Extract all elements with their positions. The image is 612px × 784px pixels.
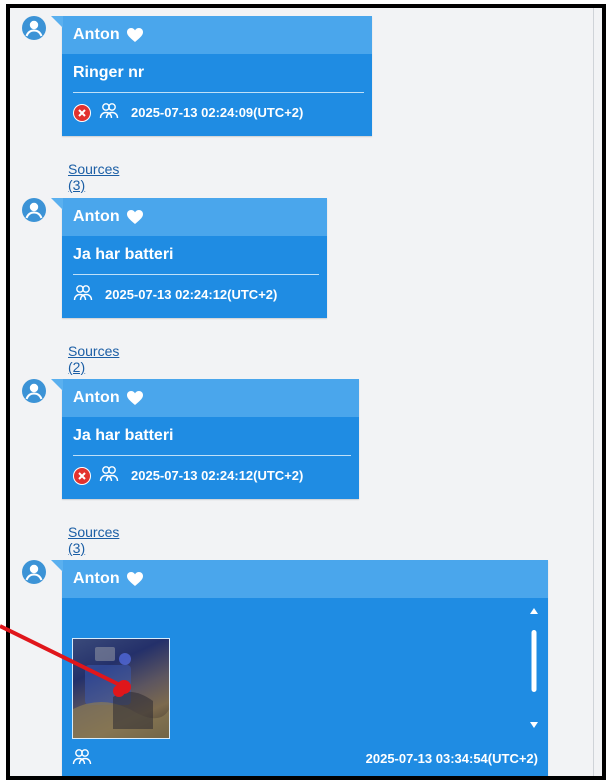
message-text: Ja har batteri (73, 246, 174, 263)
sources-link[interactable]: Sources (3) (68, 524, 119, 556)
heart-icon (126, 390, 144, 406)
failed-x-icon (73, 466, 91, 485)
message-text: Ringer nr (73, 64, 145, 81)
chat-panel: Anton Ringer nr 2025-07-13 02:24:09(UTC+… (6, 4, 606, 780)
sender-name: Anton (73, 26, 120, 43)
participants-icon (99, 101, 119, 124)
message-header: Anton (62, 379, 359, 417)
sources-link[interactable]: Sources (3) (68, 161, 119, 193)
message-timestamp: 2025-07-13 02:24:09(UTC+2) (131, 105, 304, 120)
sources-link[interactable]: Sources (2) (68, 343, 119, 375)
message-header: Anton (62, 16, 372, 54)
heart-icon (126, 571, 144, 587)
participants-icon (99, 464, 119, 487)
sender-name: Anton (73, 208, 120, 225)
message-timestamp: 2025-07-13 03:34:54(UTC+2) (365, 751, 538, 766)
heart-icon (126, 209, 144, 225)
message-bubble[interactable]: Anton Ja har batteri 2025-07-13 02:24:12… (51, 379, 359, 499)
failed-x-icon (73, 103, 91, 122)
heart-icon (126, 27, 144, 43)
message-header: Anton (62, 198, 327, 236)
image-attachment-thumbnail[interactable] (72, 638, 170, 739)
message-text: Ja har batteri (73, 427, 174, 444)
participants-icon (73, 283, 93, 306)
person-avatar-icon (22, 560, 46, 584)
message-header: Anton (62, 560, 548, 598)
message-timestamp: 2025-07-13 02:24:12(UTC+2) (131, 468, 304, 483)
message-timestamp: 2025-07-13 02:24:12(UTC+2) (105, 287, 278, 302)
message-bubble[interactable]: Anton Ja har batteri 2025-07-13 02:24:12… (51, 198, 327, 318)
person-avatar-icon (22, 198, 46, 222)
message-footer: 2025-07-13 02:24:09(UTC+2) (62, 93, 372, 132)
message-footer (72, 747, 92, 770)
message-footer: 2025-07-13 02:24:12(UTC+2) (62, 456, 359, 495)
participants-icon (72, 747, 92, 770)
sender-name: Anton (73, 389, 120, 406)
person-avatar-icon (22, 16, 46, 40)
person-avatar-icon (22, 379, 46, 403)
message-bubble[interactable]: Anton Ringer nr 2025-07-13 02:24:09(UTC+… (51, 16, 372, 136)
attachment-scrollbar[interactable] (528, 606, 540, 730)
sender-name: Anton (73, 570, 120, 587)
panel-scroll-edge (593, 8, 594, 776)
message-footer: 2025-07-13 02:24:12(UTC+2) (62, 275, 327, 314)
message-bubble[interactable]: Anton 2025-07-13 03:34:54(UTC+2) (51, 560, 548, 776)
